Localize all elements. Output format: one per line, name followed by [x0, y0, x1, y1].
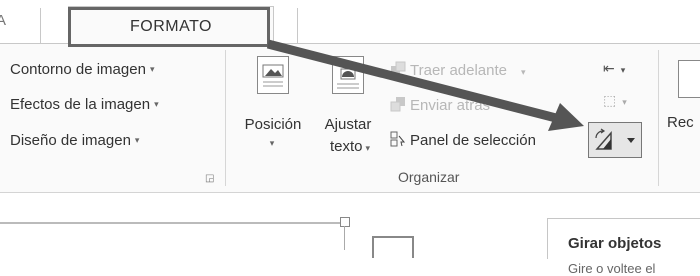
- chevron-down-icon: ▾: [622, 97, 627, 107]
- crop-icon[interactable]: [678, 60, 700, 98]
- chevron-down-icon: ▾: [269, 138, 275, 148]
- send-backward-icon: [390, 96, 406, 112]
- tab-strip: A FORMATO: [0, 0, 700, 47]
- align-icon: ⇤: [603, 60, 615, 76]
- ribbon: A FORMATO Contorno de imagen ▾ Efectos de…: [0, 0, 700, 193]
- posicion-label: Posición: [244, 116, 302, 133]
- recortar-label[interactable]: Rec: [667, 114, 694, 131]
- tooltip: Girar objetos Gire o voltee el: [547, 218, 700, 276]
- rotate-icon: [595, 128, 635, 150]
- chevron-down-icon: ▾: [620, 65, 626, 75]
- tooltip-title: Girar objetos: [568, 235, 662, 252]
- tab-separator: [297, 8, 298, 44]
- position-icon: [257, 56, 289, 94]
- group-button[interactable]: ⬚ ▾: [603, 92, 627, 109]
- dialog-launcher-icon[interactable]: ◲: [205, 173, 214, 184]
- contorno-de-imagen-button[interactable]: Contorno de imagen ▾: [10, 61, 154, 78]
- tab-separator: [40, 8, 41, 44]
- texto-word: texto: [329, 138, 363, 155]
- chevron-down-icon: ▾: [365, 143, 371, 153]
- panel-seleccion-label: Panel de selección: [410, 132, 536, 149]
- diseno-label: Diseño de imagen: [10, 132, 131, 149]
- picture-icon: [372, 236, 414, 258]
- chevron-down-icon: ▾: [504, 102, 509, 112]
- chevron-down-icon: ▾: [154, 99, 159, 109]
- efectos-de-la-imagen-button[interactable]: Efectos de la imagen ▾: [10, 96, 159, 113]
- wrap-text-icon: [332, 56, 364, 94]
- traer-adelante-label: Traer adelante: [410, 62, 508, 79]
- group-objects-icon: ⬚: [603, 92, 617, 108]
- contorno-label: Contorno de imagen: [10, 61, 146, 78]
- tab-partial[interactable]: A: [0, 12, 6, 29]
- enviar-atras-label: Enviar atrás: [410, 97, 491, 114]
- traer-adelante-button[interactable]: Traer adelante ▾: [390, 61, 526, 79]
- bring-forward-icon: [390, 61, 406, 77]
- chevron-down-icon: ▾: [521, 67, 526, 77]
- group-separator: [225, 50, 226, 186]
- rotate-objects-button[interactable]: [588, 122, 642, 158]
- highlight-box: [68, 7, 270, 47]
- tab-formato[interactable]: FORMATO: [68, 6, 274, 47]
- texto-label: texto ▾: [315, 138, 385, 155]
- efectos-label: Efectos de la imagen: [10, 96, 151, 113]
- group-separator: [658, 50, 659, 186]
- selection-pane-icon: [390, 131, 406, 147]
- tooltip-body: Gire o voltee el: [568, 261, 656, 276]
- align-button[interactable]: ⇤ ▾: [603, 60, 625, 77]
- group-label-organizar: Organizar: [398, 169, 460, 185]
- enviar-atras-button[interactable]: Enviar atrás ▾: [390, 96, 509, 114]
- chevron-down-icon: ▾: [134, 135, 140, 145]
- ajustar-label: Ajustar: [324, 116, 372, 133]
- resize-handle[interactable]: [340, 217, 350, 227]
- image-border: [344, 226, 345, 250]
- diseno-de-imagen-button[interactable]: Diseño de imagen ▾: [10, 132, 139, 149]
- panel-de-seleccion-button[interactable]: Panel de selección: [390, 131, 536, 149]
- chevron-down-icon: ▾: [149, 64, 155, 74]
- image-border: [0, 222, 346, 224]
